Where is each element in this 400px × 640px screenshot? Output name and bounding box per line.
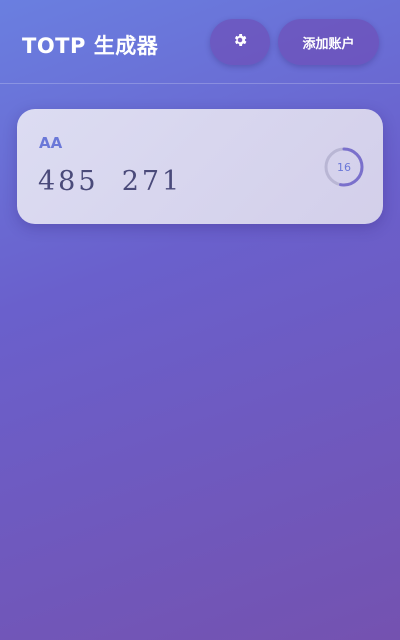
gear-icon bbox=[232, 32, 248, 52]
countdown-seconds: 16 bbox=[337, 160, 351, 174]
settings-button[interactable] bbox=[210, 19, 270, 65]
countdown-timer: 16 bbox=[323, 146, 365, 188]
app-header: TOTP 生成器 添加账户 bbox=[0, 0, 400, 84]
app-title: TOTP 生成器 bbox=[22, 34, 159, 58]
totp-code[interactable]: 485 271 bbox=[38, 166, 182, 197]
account-name: AA bbox=[39, 134, 63, 152]
add-account-button[interactable]: 添加账户 bbox=[278, 19, 379, 65]
account-card[interactable]: AA 485 271 16 bbox=[17, 109, 383, 224]
